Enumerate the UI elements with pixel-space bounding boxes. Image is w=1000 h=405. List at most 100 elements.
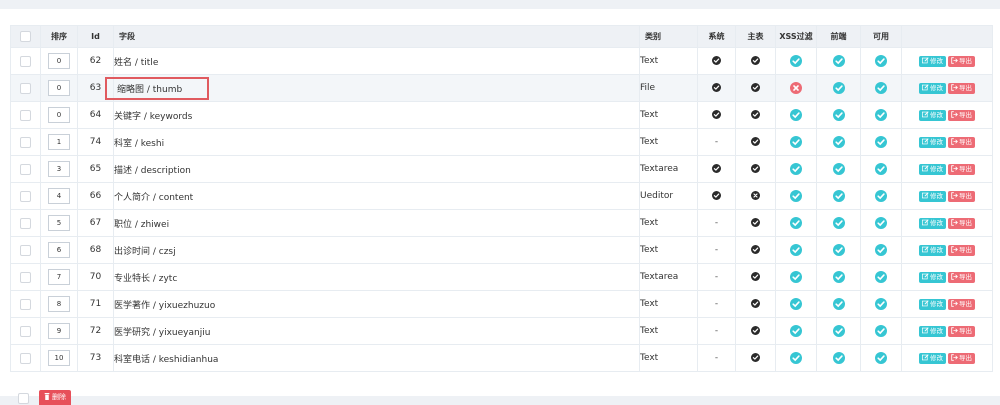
export-button[interactable]: 导出	[948, 136, 975, 148]
edit-icon	[922, 137, 929, 144]
row-checkbox[interactable]	[20, 136, 31, 148]
select-all-checkbox[interactable]	[20, 31, 31, 42]
check-circle-icon	[832, 163, 845, 175]
row-select-cell	[10, 47, 41, 75]
field-cell: 关键字 / keywords	[113, 101, 640, 129]
system-cell	[697, 182, 736, 210]
edit-button[interactable]: 修改	[919, 244, 946, 256]
system-cell: -	[697, 344, 736, 372]
edit-button[interactable]: 修改	[919, 55, 946, 67]
order-header[interactable]: 排序	[40, 25, 78, 48]
id-cell: 65	[77, 155, 114, 183]
order-input[interactable]: 3	[48, 161, 70, 177]
order-input[interactable]: 10	[48, 350, 70, 366]
edit-button[interactable]: 修改	[919, 352, 946, 364]
type-cell: Textarea	[639, 155, 698, 183]
check-circle-icon	[875, 217, 887, 229]
frontend-cell	[816, 155, 861, 183]
type-cell: Text	[639, 344, 698, 372]
edit-button[interactable]: 修改	[919, 325, 946, 337]
export-icon	[951, 326, 958, 334]
edit-button[interactable]: 修改	[919, 271, 946, 283]
edit-button[interactable]: 修改	[919, 82, 946, 94]
edit-button[interactable]: 修改	[919, 163, 946, 175]
export-button[interactable]: 导出	[948, 298, 975, 310]
export-button[interactable]: 导出	[948, 244, 975, 256]
check-circle-icon	[790, 55, 802, 67]
empty-dash: -	[714, 353, 719, 363]
field-header: 字段	[113, 25, 640, 48]
check-circle-icon	[751, 218, 760, 227]
check-circle-icon	[790, 352, 802, 364]
export-icon	[951, 218, 958, 226]
frontend-cell	[816, 74, 861, 102]
order-input[interactable]: 4	[48, 188, 70, 204]
field-cell: 医学著作 / yixuezhuzuo	[113, 290, 640, 318]
edit-button[interactable]: 修改	[919, 298, 946, 310]
export-button[interactable]: 导出	[948, 325, 975, 337]
table-row: 5 67 职位 / zhiwei Text - 修改 导出	[10, 209, 993, 237]
row-checkbox[interactable]	[20, 55, 31, 67]
id-cell: 74	[77, 128, 114, 156]
edit-button[interactable]: 修改	[919, 136, 946, 148]
export-button[interactable]: 导出	[948, 190, 975, 202]
order-input[interactable]: 7	[48, 269, 70, 285]
order-input[interactable]: 8	[48, 296, 70, 312]
fields-table: 排序 Id 字段 类别 系统 主表 XSS过滤 前端 可用 0 62 姓名 / ti…	[10, 25, 993, 372]
row-checkbox[interactable]	[20, 244, 31, 256]
export-icon	[951, 299, 958, 307]
field-name: 关键字 / keywords	[114, 111, 193, 122]
check-circle-icon	[751, 110, 760, 119]
type-cell: Text	[639, 128, 698, 156]
frontend-cell	[816, 263, 861, 291]
edit-button[interactable]: 修改	[919, 190, 946, 202]
delete-button[interactable]: 删除	[39, 390, 71, 405]
order-input[interactable]: 9	[48, 323, 70, 339]
order-input[interactable]: 0	[48, 107, 70, 123]
actions-cell: 修改 导出	[901, 47, 993, 75]
edit-icon	[922, 56, 929, 63]
order-input[interactable]: 1	[48, 134, 70, 150]
export-button[interactable]: 导出	[948, 217, 975, 229]
check-circle-icon	[875, 136, 887, 148]
footer-select-all-checkbox[interactable]	[18, 393, 29, 404]
order-input[interactable]: 6	[48, 242, 70, 258]
export-button[interactable]: 导出	[948, 109, 975, 121]
order-input[interactable]: 0	[48, 53, 70, 69]
export-icon	[951, 137, 958, 145]
row-checkbox[interactable]	[20, 352, 31, 364]
check-circle-icon	[875, 109, 887, 121]
system-cell: -	[697, 263, 736, 291]
row-checkbox[interactable]	[20, 163, 31, 175]
field-cell: 医学研究 / yixueyanjiu	[113, 317, 640, 345]
actions-cell: 修改 导出	[901, 209, 993, 237]
row-checkbox[interactable]	[20, 190, 31, 202]
export-icon	[951, 353, 958, 361]
row-checkbox[interactable]	[20, 109, 31, 121]
enabled-cell	[860, 263, 902, 291]
row-checkbox[interactable]	[20, 298, 31, 310]
id-header[interactable]: Id	[77, 25, 114, 48]
row-select-cell	[10, 317, 41, 345]
edit-icon	[922, 164, 929, 171]
export-button[interactable]: 导出	[948, 55, 975, 67]
row-checkbox[interactable]	[20, 217, 31, 229]
export-button-label: 导出	[959, 245, 972, 254]
export-button[interactable]: 导出	[948, 271, 975, 283]
export-button[interactable]: 导出	[948, 82, 975, 94]
field-name: 医学研究 / yixueyanjiu	[114, 327, 211, 338]
field-name: 缩略图 / thumb	[117, 84, 183, 95]
row-checkbox[interactable]	[20, 271, 31, 283]
actions-cell: 修改 导出	[901, 236, 993, 264]
row-checkbox[interactable]	[20, 325, 31, 337]
type-cell: Text	[639, 317, 698, 345]
order-input[interactable]: 0	[48, 80, 70, 96]
row-checkbox[interactable]	[20, 82, 31, 94]
export-button[interactable]: 导出	[948, 352, 975, 364]
type-header: 类别	[639, 25, 698, 48]
edit-icon	[922, 191, 929, 198]
edit-button[interactable]: 修改	[919, 109, 946, 121]
order-input[interactable]: 5	[48, 215, 70, 231]
export-button[interactable]: 导出	[948, 163, 975, 175]
edit-button[interactable]: 修改	[919, 217, 946, 229]
